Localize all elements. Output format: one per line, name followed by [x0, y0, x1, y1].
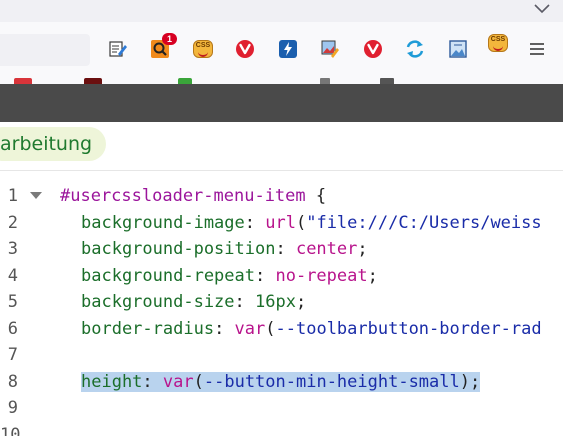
code-editor[interactable]: 1 #usercssloader-menu-item {2 background-i…: [0, 171, 563, 436]
code-text: background-position: center;: [60, 236, 368, 263]
code-text: background-image: url("file:///C:/Users/…: [60, 210, 542, 237]
code-token: background-size: [81, 292, 235, 312]
code-line[interactable]: 10: [0, 422, 563, 436]
css-chip: CSS: [193, 40, 213, 58]
tab-strip: [0, 0, 563, 22]
code-token: :: [275, 239, 296, 259]
line-number: 10: [0, 424, 21, 436]
sync-arrows-icon[interactable]: [405, 39, 425, 59]
lightning-icon[interactable]: [278, 39, 298, 59]
hamburger-menu-icon[interactable]: [527, 39, 547, 59]
code-token: var: [162, 371, 194, 392]
code-token: #usercssloader-menu-item: [60, 186, 306, 206]
code-token: ;: [357, 239, 368, 259]
quick-search-icon[interactable]: 1: [150, 33, 177, 59]
code-line[interactable]: 3 background-position: center;: [0, 236, 563, 263]
mode-row: arbeitung: [0, 122, 563, 170]
line-number: 2: [7, 212, 18, 233]
code-text: background-size: 16px;: [60, 289, 306, 316]
code-line[interactable]: 1 #usercssloader-menu-item {: [0, 183, 563, 210]
line-number: 7: [7, 345, 18, 365]
code-line[interactable]: 2 background-image: url("file:///C:/Users…: [0, 210, 563, 237]
edit-image-icon[interactable]: [320, 39, 340, 59]
code-token: {: [305, 186, 327, 206]
line-number: 9: [7, 398, 18, 418]
bookmarks-bar: [0, 76, 563, 84]
code-text: border-radius: var(--toolbarbutton-borde…: [60, 316, 542, 343]
code-token: (: [193, 371, 204, 392]
code-token: :: [255, 265, 276, 286]
code-text: #usercssloader-menu-item {: [60, 183, 326, 210]
line-number: 4: [7, 265, 18, 286]
code-line[interactable]: 5 background-size: 16px;: [0, 289, 563, 316]
vivaldi-icon[interactable]: [235, 39, 255, 59]
code-token: background-position: [81, 239, 276, 259]
code-token: :: [244, 212, 266, 233]
editor-header-bar: [0, 84, 563, 122]
code-line[interactable]: 4 background-repeat: no-repeat;: [0, 263, 563, 290]
edit-mode-pill[interactable]: arbeitung: [0, 127, 107, 161]
notification-badge: 1: [162, 33, 177, 45]
line-number: 1: [7, 186, 18, 206]
css-chip-label-2: CSS: [490, 36, 506, 43]
selected-text: height: var(--button-min-height-small);: [81, 371, 481, 392]
code-token: (: [265, 318, 276, 339]
code-token: background-image: [81, 212, 245, 233]
css-chip-label: CSS: [195, 42, 211, 49]
code-token: );: [459, 371, 481, 392]
nav-toolbar: 1 CSS CSS: [0, 22, 563, 76]
code-token: center: [295, 239, 358, 259]
code-token: :: [142, 371, 163, 392]
code-line[interactable]: 9: [0, 395, 563, 422]
code-token: (: [295, 212, 307, 233]
code-token: ;: [367, 265, 378, 286]
url-bar[interactable]: [0, 34, 90, 66]
code-text: height: var(--button-min-height-small);: [60, 369, 481, 396]
code-token: height: [81, 371, 143, 392]
code-line[interactable]: 6 border-radius: var(--toolbarbutton-bord…: [0, 316, 563, 343]
code-line[interactable]: 8 height: var(--button-min-height-small);: [0, 369, 563, 396]
vivaldi-icon-2[interactable]: [363, 39, 383, 59]
edit-page-icon[interactable]: [108, 39, 128, 59]
line-number: 5: [7, 292, 18, 312]
code-text: background-repeat: no-repeat;: [60, 263, 378, 290]
code-token: background-repeat: [81, 265, 255, 286]
code-token: var: [234, 318, 266, 339]
code-token: :: [234, 292, 256, 312]
code-token: border-radius: [81, 318, 215, 339]
code-token: url: [265, 212, 296, 233]
line-number: 8: [7, 371, 18, 392]
css-loader-icon[interactable]: CSS: [488, 33, 508, 53]
code-token: ;: [295, 292, 307, 312]
code-token: --button-min-height-small: [203, 371, 460, 392]
code-token: :: [214, 318, 235, 339]
line-number: 3: [7, 239, 18, 259]
line-number: 6: [7, 318, 18, 339]
code-token: "file:///C:/Users/weiss: [306, 212, 542, 233]
code-line[interactable]: 7: [0, 342, 563, 369]
code-token: --toolbarbutton-border-rad: [275, 318, 542, 339]
image-resize-icon[interactable]: [448, 39, 468, 59]
fold-toggle-icon[interactable]: [30, 192, 42, 199]
code-token: no-repeat: [275, 265, 368, 286]
chevron-down-icon[interactable]: [533, 2, 551, 16]
code-token: 16px: [255, 292, 296, 312]
stylus-css-icon[interactable]: CSS: [193, 39, 213, 59]
